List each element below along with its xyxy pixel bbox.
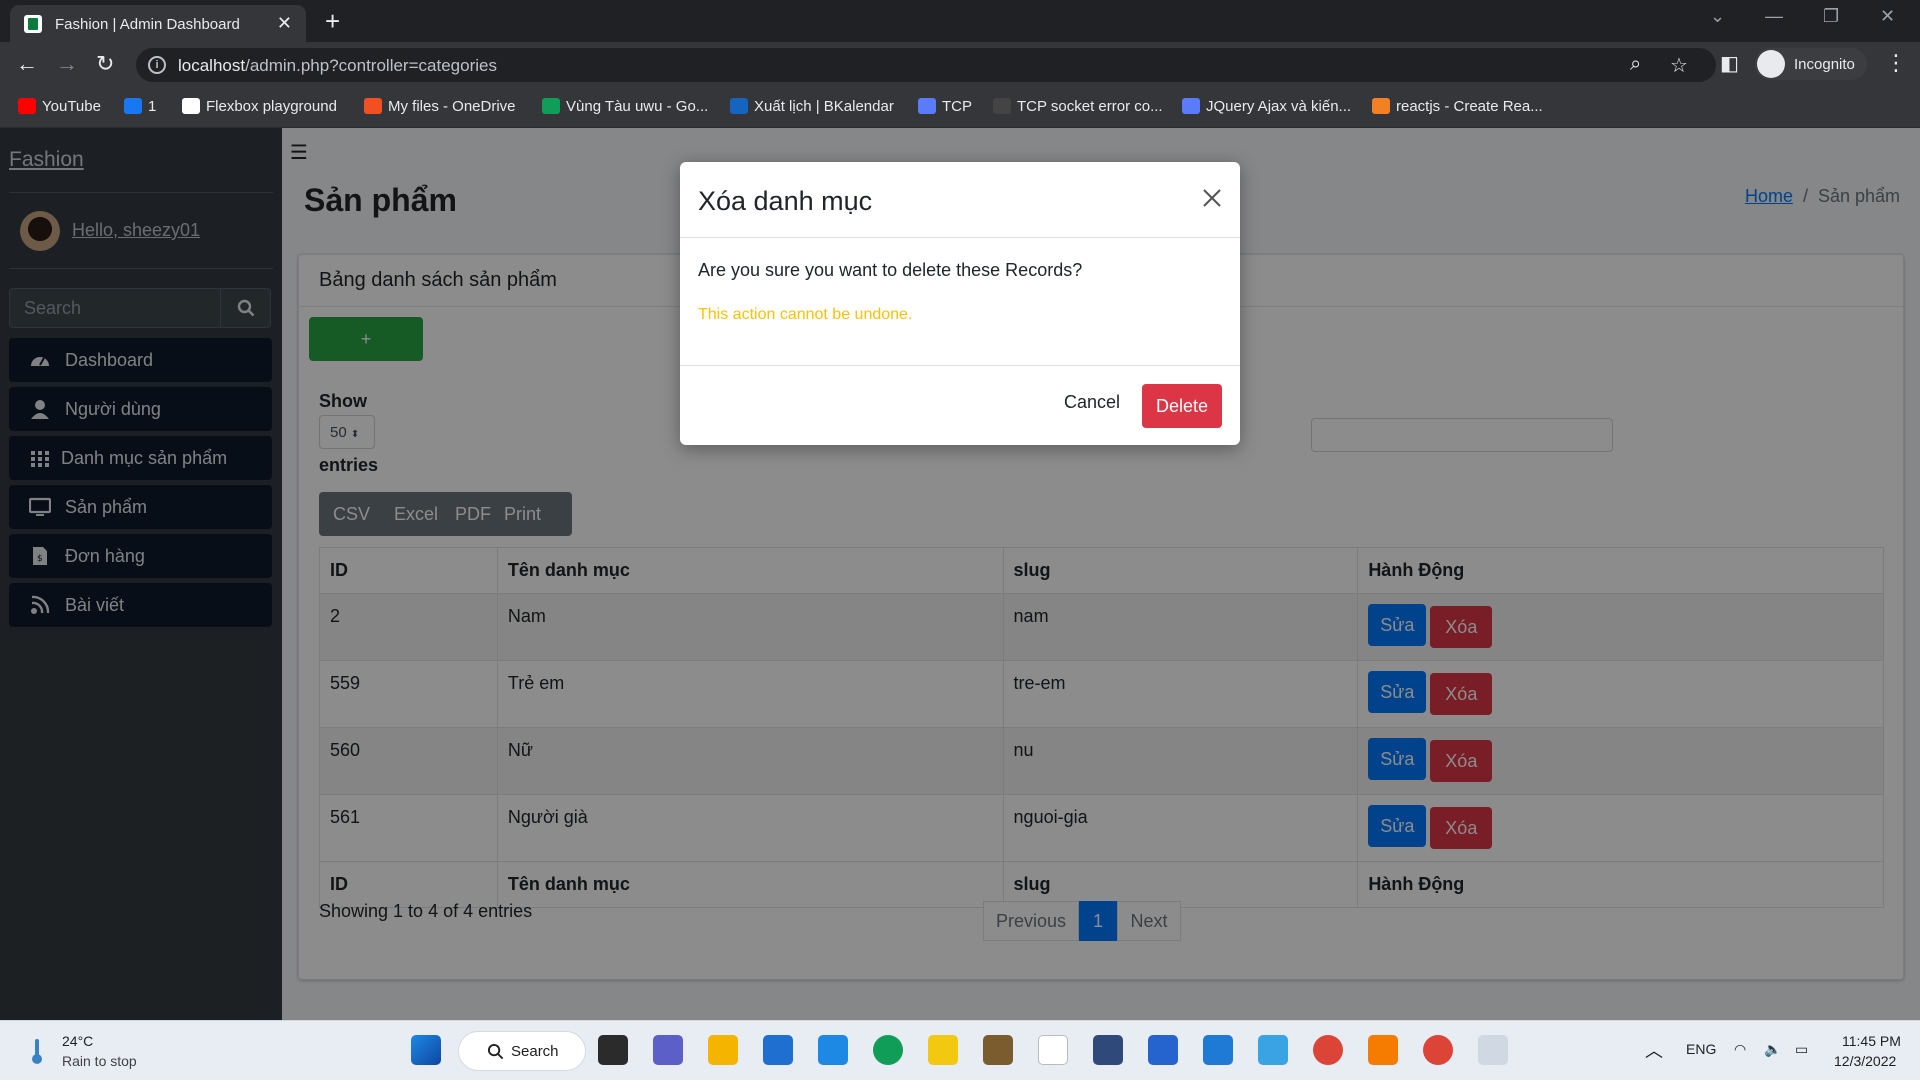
bookmark-item[interactable]: JQuery Ajax và kiến... <box>1182 98 1351 115</box>
back-icon[interactable]: ← <box>16 51 38 77</box>
bookmark-favicon-icon <box>918 98 936 114</box>
browser-toolbar: ← → ↻ i localhost/admin.php?controller=c… <box>0 42 1920 88</box>
bookmark-label: YouTube <box>42 98 101 115</box>
bookmark-favicon-icon <box>542 98 560 114</box>
tab-close-icon[interactable]: ✕ <box>277 13 292 34</box>
bookmark-label: Flexbox playground <box>206 98 337 115</box>
bookmark-item[interactable]: Vùng Tàu uwu - Go... <box>542 98 708 115</box>
bookmark-favicon-icon <box>124 98 142 114</box>
bookmark-item[interactable]: Flexbox playground <box>182 98 337 115</box>
address-bar[interactable]: i localhost/admin.php?controller=categor… <box>136 48 1716 82</box>
teams-icon[interactable] <box>653 1035 683 1065</box>
delete-confirm-modal: Xóa danh mục Are you sure you want to de… <box>680 162 1240 445</box>
bookmark-label: reactjs - Create Rea... <box>1396 98 1543 115</box>
browser-tab-strip: Fashion | Admin Dashboard ✕ + ⌄ — ❐ ✕ <box>0 0 1920 42</box>
task-view-icon[interactable] <box>598 1035 628 1065</box>
bookmark-favicon-icon <box>364 98 382 114</box>
bookmark-label: 1 <box>148 98 157 115</box>
language-indicator[interactable]: ENG <box>1686 1041 1716 1057</box>
chrome-icon[interactable] <box>1313 1035 1343 1065</box>
browser-tab[interactable]: Fashion | Admin Dashboard ✕ <box>10 5 306 42</box>
chevron-up-icon[interactable]: ︿ <box>1645 1037 1663 1063</box>
snipping-tool-icon[interactable] <box>1478 1035 1508 1065</box>
bookmark-item[interactable]: reactjs - Create Rea... <box>1372 98 1543 115</box>
new-tab-icon[interactable]: + <box>325 6 340 37</box>
search-icon <box>487 1043 504 1060</box>
tab-search-icon[interactable]: ⌄ <box>1710 6 1725 27</box>
weather-description: Rain to stop <box>62 1053 137 1069</box>
weather-icon[interactable] <box>30 1037 44 1065</box>
clock-date[interactable]: 12/3/2022 <box>1834 1053 1896 1069</box>
app-icon[interactable] <box>983 1035 1013 1065</box>
minimize-icon[interactable]: — <box>1765 6 1783 27</box>
windows-start-icon[interactable] <box>411 1035 441 1065</box>
bookmark-item[interactable]: My files - OneDrive <box>364 98 516 115</box>
url-text[interactable]: localhost/admin.php?controller=categorie… <box>178 56 497 76</box>
bookmark-favicon-icon <box>18 98 36 114</box>
bookmark-label: My files - OneDrive <box>388 98 516 115</box>
bookmark-item[interactable]: TCP <box>918 98 972 115</box>
reload-icon[interactable]: ↻ <box>96 51 114 77</box>
battery-icon[interactable]: ▭ <box>1795 1041 1808 1058</box>
incognito-label: Incognito <box>1794 56 1855 73</box>
site-favicon-icon <box>24 15 42 33</box>
ssms-icon[interactable] <box>1093 1035 1123 1065</box>
modal-header: Xóa danh mục <box>680 162 1240 238</box>
bookmark-favicon-icon <box>993 98 1011 114</box>
store-icon[interactable] <box>763 1035 793 1065</box>
bookmark-label: Vùng Tàu uwu - Go... <box>566 98 709 115</box>
bookmark-label: TCP socket error co... <box>1017 98 1163 115</box>
incognito-icon <box>1757 50 1785 78</box>
chrome-incognito-icon[interactable] <box>1423 1035 1453 1065</box>
app-icon[interactable] <box>1258 1035 1288 1065</box>
delete-button[interactable]: Delete <box>1142 384 1222 428</box>
restore-icon[interactable]: ❐ <box>1823 6 1839 27</box>
modal-warning: This action cannot be undone. <box>698 306 913 323</box>
modal-title: Xóa danh mục <box>698 186 873 216</box>
bookmarks-bar: YouTube 1 Flexbox playground My files - One… <box>0 88 1920 128</box>
bookmark-favicon-icon <box>1182 98 1200 114</box>
forward-icon[interactable]: → <box>56 51 78 77</box>
bookmark-item[interactable]: TCP socket error co... <box>993 98 1163 115</box>
side-panel-icon[interactable]: ◧ <box>1720 51 1739 76</box>
xampp-icon[interactable] <box>1368 1035 1398 1065</box>
incognito-badge[interactable]: Incognito <box>1755 48 1867 80</box>
taskbar: 24°C Rain to stop Search ︿ ENG ◠ 🔈 ▭ 11:… <box>0 1020 1920 1080</box>
bookmark-item[interactable]: Xuất lịch | BKalendar <box>730 98 894 115</box>
zoom-icon[interactable]: ⌕ <box>1630 53 1641 76</box>
edge-icon[interactable] <box>873 1035 903 1065</box>
taskbar-search[interactable]: Search <box>458 1031 586 1071</box>
modal-footer: Cancel Delete <box>680 365 1240 445</box>
taskbar-search-label: Search <box>511 1043 559 1060</box>
l-app-icon[interactable] <box>818 1035 848 1065</box>
clock-time[interactable]: 11:45 PM <box>1842 1033 1901 1049</box>
bookmark-label: JQuery Ajax và kiến... <box>1206 98 1352 115</box>
cancel-button[interactable]: Cancel <box>1064 392 1120 413</box>
notepad-icon[interactable] <box>1038 1035 1068 1065</box>
bookmark-favicon-icon <box>1372 98 1390 114</box>
power-bi-icon[interactable] <box>928 1035 958 1065</box>
weather-temperature: 24°C <box>62 1033 94 1049</box>
bookmark-favicon-icon <box>182 98 200 114</box>
bookmark-favicon-icon <box>730 98 748 114</box>
bookmark-item[interactable]: YouTube <box>18 98 101 115</box>
browser-menu-icon[interactable]: ⋮ <box>1885 50 1907 76</box>
vscode-icon[interactable] <box>1203 1035 1233 1065</box>
site-info-icon[interactable]: i <box>148 56 166 74</box>
close-icon[interactable] <box>1198 184 1226 212</box>
file-explorer-icon[interactable] <box>708 1035 738 1065</box>
bookmark-label: Xuất lịch | BKalendar <box>754 98 894 115</box>
todo-icon[interactable] <box>1148 1035 1178 1065</box>
bookmark-star-icon[interactable]: ☆ <box>1670 53 1688 78</box>
tab-title: Fashion | Admin Dashboard <box>55 16 240 33</box>
volume-icon[interactable]: 🔈 <box>1764 1041 1781 1058</box>
modal-message: Are you sure you want to delete these Re… <box>698 260 1083 280</box>
close-window-icon[interactable]: ✕ <box>1880 6 1895 27</box>
wifi-icon[interactable]: ◠ <box>1734 1041 1746 1058</box>
bookmark-item[interactable]: 1 <box>124 98 156 115</box>
bookmark-label: TCP <box>942 98 972 115</box>
